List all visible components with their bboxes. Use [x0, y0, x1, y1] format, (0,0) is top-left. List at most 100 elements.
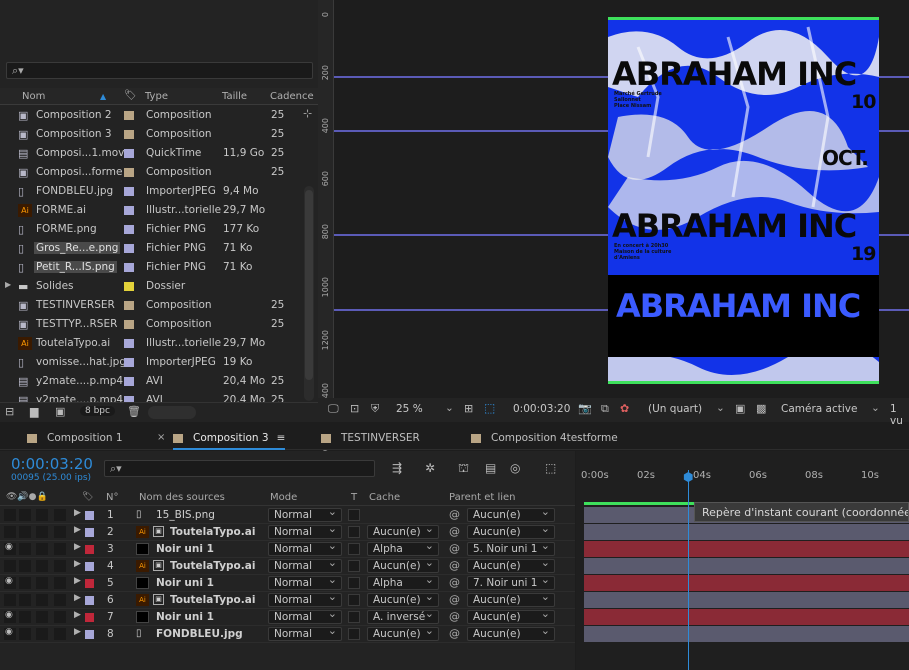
layer-name[interactable]: 15_BIS.png [156, 509, 215, 521]
column-source-name[interactable]: Nom des sources [139, 492, 225, 503]
interpret-footage-icon[interactable]: ⊟ [5, 405, 14, 418]
label-swatch[interactable] [85, 596, 94, 605]
label-swatch[interactable] [124, 130, 134, 139]
column-number[interactable]: N° [106, 492, 118, 503]
chevron-down-icon[interactable]: ⌄ [445, 402, 454, 414]
layer-name[interactable]: Noir uni 1 [156, 611, 214, 623]
track-matte-select[interactable]: Aucun(e) [367, 523, 439, 539]
draft-3d-icon[interactable]: ✲ [425, 461, 435, 475]
audio-toggle[interactable] [19, 594, 31, 606]
layer-name[interactable]: Noir uni 1 [156, 577, 214, 589]
audio-toggle[interactable] [19, 543, 31, 555]
label-swatch[interactable] [124, 301, 134, 310]
lock-toggle[interactable] [54, 560, 66, 572]
tab-composition-1[interactable]: Composition 1 [27, 432, 123, 444]
layer-row[interactable]: ◉ ▶ 7 Noir uni 1 Normal A. inversé @ Aucun(e) [0, 608, 575, 626]
lock-toggle[interactable] [54, 594, 66, 606]
expand-triangle-icon[interactable]: ▶ [74, 576, 81, 586]
layer-duration-bar[interactable] [584, 626, 909, 642]
tab-testinverser[interactable]: TESTINVERSER [321, 432, 420, 444]
resolution-select[interactable]: (Un quart) [648, 403, 702, 415]
parent-select[interactable]: 5. Noir uni 1 [467, 540, 555, 556]
current-time-display[interactable]: 0:00:03:20 [11, 455, 93, 473]
audio-toggle[interactable] [19, 509, 31, 521]
transparency-grid-icon[interactable]: ▩ [756, 402, 766, 415]
label-swatch[interactable] [124, 263, 134, 272]
column-parent[interactable]: Parent et lien [449, 492, 516, 503]
project-item[interactable]: ▯ vomisse...hat.jpg ImporterJPEG 19 Ko [0, 353, 300, 372]
tab-menu-icon[interactable]: ≡ [277, 432, 286, 444]
expand-triangle-icon[interactable]: ▶ [74, 508, 81, 518]
label-swatch[interactable] [85, 613, 94, 622]
label-swatch[interactable] [124, 282, 134, 291]
column-t[interactable]: T [351, 492, 357, 503]
preserve-transparency-checkbox[interactable] [348, 509, 360, 521]
composition-mini-flowchart-icon[interactable]: ⇶ [392, 461, 402, 475]
label-swatch[interactable] [124, 339, 134, 348]
expand-triangle-icon[interactable]: ▶ [74, 525, 81, 535]
solo-toggle[interactable] [36, 577, 48, 589]
project-scrollbar[interactable] [304, 186, 314, 401]
expand-triangle-icon[interactable]: ▶ [74, 627, 81, 637]
expand-triangle-icon[interactable]: ▶ [74, 593, 81, 603]
blend-mode-select[interactable]: Normal [268, 574, 342, 590]
parent-select[interactable]: Aucun(e) [467, 591, 555, 607]
solo-toggle[interactable] [36, 509, 48, 521]
audio-toggle[interactable] [19, 628, 31, 640]
region-of-interest-icon[interactable]: ⬚ [484, 401, 495, 415]
fit-frame-icon[interactable]: ⊞ [464, 402, 473, 415]
blend-mode-select[interactable]: Normal [268, 523, 342, 539]
project-item[interactable]: ▣ Composi...forme Composition 25 [0, 163, 300, 182]
preserve-transparency-checkbox[interactable] [348, 560, 360, 572]
label-swatch[interactable] [124, 358, 134, 367]
project-search-input[interactable]: ⌕▾ [6, 62, 313, 79]
lock-toggle[interactable] [54, 543, 66, 555]
layer-row[interactable]: ◉ ▶ 8 ▯ FONDBLEU.jpg Normal Aucun(e) @ Aucun(e) [0, 625, 575, 643]
layer-name[interactable]: ToutelaTypo.ai [170, 594, 255, 606]
column-matte[interactable]: Cache [369, 492, 400, 503]
playhead-handle-icon[interactable]: ⬢ [683, 470, 694, 484]
project-item[interactable]: ▤ Composi...1.mov QuickTime 11,9 Go 25 [0, 144, 300, 163]
expand-triangle-icon[interactable]: ▶ [74, 559, 81, 569]
column-type[interactable]: Type [145, 91, 168, 102]
project-item[interactable]: ▶ ▬ Solides Dossier [0, 277, 300, 296]
layer-row[interactable]: ▶ 2 Ai ▣ ToutelaTypo.ai Normal Aucun(e) @ Aucun(… [0, 523, 575, 541]
tab-composition-4testforme[interactable]: Composition 4testforme [471, 432, 618, 444]
label-tag-icon[interactable]: 🏷 [82, 492, 93, 502]
layer-row[interactable]: ▶ 4 Ai ▣ ToutelaTypo.ai Normal Aucun(e) @ Aucun(… [0, 557, 575, 575]
solo-toggle[interactable] [36, 560, 48, 572]
shy-layers-icon[interactable]: ⛫ [458, 461, 469, 477]
viewer-timecode[interactable]: 0:00:03:20 [513, 403, 570, 415]
trash-icon[interactable]: 🗑 [127, 405, 141, 418]
project-item[interactable]: ▯ FONDBLEU.jpg ImporterJPEG 9,4 Mo [0, 182, 300, 201]
lock-toggle[interactable] [54, 628, 66, 640]
preserve-transparency-checkbox[interactable] [348, 526, 360, 538]
visibility-toggle[interactable]: ◉ [4, 610, 16, 623]
monitor-icon[interactable]: 🖵 [328, 402, 339, 416]
pick-whip-icon[interactable]: @ [449, 610, 460, 623]
blend-mode-select[interactable]: Normal [268, 557, 342, 573]
label-swatch[interactable] [85, 562, 94, 571]
grid-guides-icon[interactable]: ⊡ [350, 402, 359, 415]
parent-select[interactable]: Aucun(e) [467, 523, 555, 539]
camera-snapshot-icon[interactable]: 📷 [578, 402, 592, 415]
track-matte-select[interactable]: Aucun(e) [367, 625, 439, 641]
label-swatch[interactable] [85, 528, 94, 537]
pick-whip-icon[interactable]: @ [449, 559, 460, 572]
visibility-toggle[interactable] [4, 560, 16, 572]
visibility-toggle[interactable]: ◉ [4, 576, 16, 589]
layer-duration-bar[interactable] [584, 541, 909, 557]
layer-duration-bar[interactable] [584, 575, 909, 591]
parent-select[interactable]: Aucun(e) [467, 557, 555, 573]
track-matte-select[interactable]: Aucun(e) [367, 591, 439, 607]
track-matte-select[interactable]: Aucun(e) [367, 557, 439, 573]
label-swatch[interactable] [124, 225, 134, 234]
tab-composition-3[interactable]: Composition 3 ≡ [173, 432, 285, 444]
label-swatch[interactable] [124, 187, 134, 196]
audio-toggle[interactable] [19, 560, 31, 572]
new-composition-icon[interactable]: ▣ [55, 405, 65, 418]
layer-name[interactable]: FONDBLEU.jpg [156, 628, 243, 640]
pick-whip-icon[interactable]: @ [449, 508, 460, 521]
preserve-transparency-checkbox[interactable] [348, 543, 360, 555]
layer-row[interactable]: ▶ 6 Ai ▣ ToutelaTypo.ai Normal Aucun(e) @ Aucun(… [0, 591, 575, 609]
